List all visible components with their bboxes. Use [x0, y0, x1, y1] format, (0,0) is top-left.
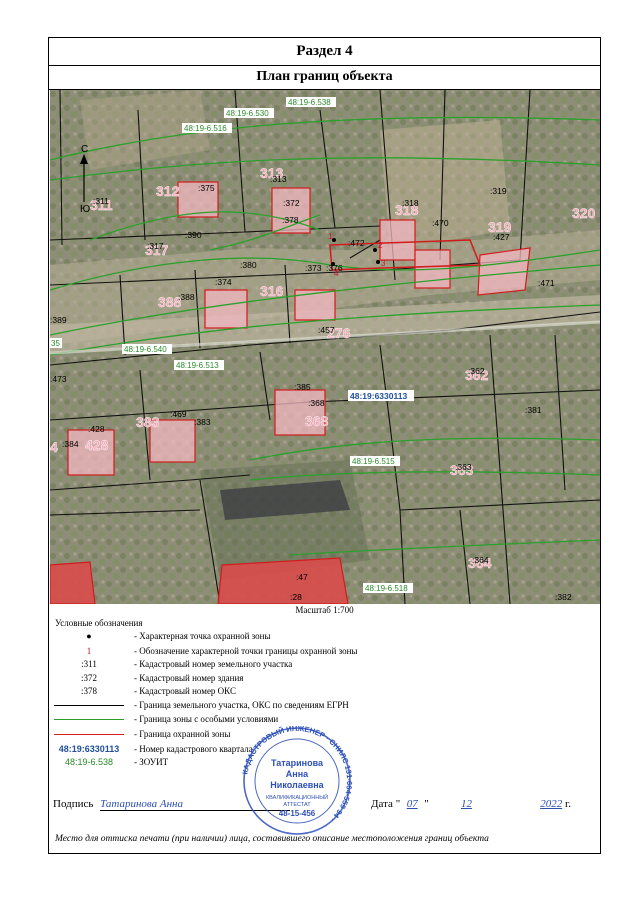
svg-text::313: :313	[270, 174, 287, 184]
svg-text::457: :457	[318, 325, 335, 335]
svg-text::470: :470	[432, 218, 449, 228]
svg-text::318: :318	[402, 198, 419, 208]
legend-item-building: :372 - Кадастровый номер здания	[80, 673, 244, 683]
legend-item-point: ● - Характерная точка охранной зоны	[86, 631, 271, 641]
pink-number: 316	[260, 283, 284, 299]
date-month: 12	[460, 798, 472, 810]
svg-text:48:19-6.513: 48:19-6.513	[176, 361, 219, 370]
pink-number: 4	[50, 439, 58, 455]
svg-text::472: :472	[348, 238, 365, 248]
svg-text::385: :385	[294, 382, 311, 392]
svg-text:Анна: Анна	[286, 769, 309, 779]
svg-text::388: :388	[178, 292, 195, 302]
svg-text::378: :378	[282, 215, 299, 225]
svg-text::382: :382	[555, 592, 572, 602]
svg-text:48:19-6.540: 48:19-6.540	[124, 345, 167, 354]
svg-text::380: :380	[240, 260, 257, 270]
date-label: Дата	[371, 798, 393, 810]
svg-text::311: :311	[93, 196, 109, 206]
svg-text::364: :364	[472, 555, 489, 565]
svg-text::317: :317	[147, 241, 164, 251]
svg-text:35: 35	[51, 339, 60, 348]
svg-text::374: :374	[215, 277, 232, 287]
pink-number: 383	[136, 414, 160, 430]
legend-item-black-line: - Граница земельного участка, ОКС по све…	[49, 700, 601, 713]
svg-text::372: :372	[283, 198, 300, 208]
svg-text:4: 4	[334, 269, 339, 278]
plan-title: План границ объекта	[49, 65, 600, 90]
official-stamp: КАДАСТРОВЫЙ ИНЖЕНЕР · СНИЛС 131-664-559 …	[240, 726, 354, 835]
svg-text:48:19-6.516: 48:19-6.516	[184, 124, 227, 133]
svg-text::471: :471	[538, 278, 555, 288]
date-row: Дата " 07 " 12 2022 г.	[371, 798, 571, 810]
signature-label: Подпись	[53, 798, 94, 810]
svg-text:1: 1	[328, 232, 333, 241]
svg-text::384: :384	[62, 439, 79, 449]
date-day: 07	[406, 798, 418, 810]
svg-text:48:19-6.530: 48:19-6.530	[226, 109, 269, 118]
legend-item-oks: :378 - Кадастровый номер ОКС	[80, 686, 236, 696]
svg-text:Татаринова: Татаринова	[271, 758, 324, 768]
map-image: С Ю 311 312 313 317 388 316 276 318 319 …	[50, 90, 600, 604]
legend-item-parcel: :311 - Кадастровый номер земельного учас…	[81, 659, 293, 669]
black-line-swatch	[54, 705, 124, 707]
svg-text:48:19-6.515: 48:19-6.515	[352, 457, 395, 466]
map-scale: Масштаб 1:700	[295, 605, 354, 615]
green-line-swatch	[54, 719, 124, 721]
svg-text:48-15-456: 48-15-456	[279, 809, 316, 818]
svg-text::381: :381	[525, 405, 542, 415]
svg-text::373: :373	[305, 263, 322, 273]
pink-number: 368	[305, 413, 329, 429]
svg-text::473: :473	[50, 374, 67, 384]
svg-text:КВАЛИФИКАЦИОННЫЙ: КВАЛИФИКАЦИОННЫЙ	[266, 793, 328, 801]
date-suffix: г.	[564, 798, 571, 810]
red-line-swatch	[54, 734, 124, 736]
svg-text::368: :368	[308, 398, 325, 408]
svg-text:АТТЕСТАТ: АТТЕСТАТ	[283, 802, 311, 808]
svg-text::362: :362	[468, 366, 485, 376]
svg-text::375: :375	[198, 183, 215, 193]
date-year: 2022	[540, 798, 563, 810]
svg-text::469: :469	[170, 409, 187, 419]
svg-text::319: :319	[490, 186, 507, 196]
svg-text:3: 3	[381, 259, 386, 268]
svg-text::28: :28	[290, 592, 302, 602]
svg-text:Николаевна: Николаевна	[270, 780, 324, 790]
svg-text::389: :389	[50, 315, 67, 325]
svg-text::427: :427	[493, 232, 510, 242]
svg-text:48:19-6.518: 48:19-6.518	[365, 584, 408, 593]
legend-item-point-label: 1 - Обозначение характерной точки границ…	[86, 646, 358, 656]
pink-number: 312	[156, 183, 180, 199]
quarter-number: 48:19:6330113	[350, 391, 407, 401]
svg-text::47: :47	[296, 572, 308, 582]
legend-title: Условные обозначения	[55, 618, 143, 628]
pink-number: 320	[572, 205, 596, 221]
svg-text::363: :363	[455, 462, 472, 472]
pink-number: 428	[85, 437, 109, 453]
cadastral-map: С Ю 311 312 313 317 388 316 276 318 319 …	[50, 90, 600, 604]
section-title: Раздел 4	[49, 38, 600, 66]
svg-text::383: :383	[194, 417, 211, 427]
svg-text::428: :428	[88, 424, 105, 434]
south-label: Ю	[80, 204, 90, 215]
svg-text:2: 2	[378, 241, 383, 250]
svg-text:48:19-6.538: 48:19-6.538	[288, 98, 331, 107]
north-label: С	[81, 144, 88, 155]
svg-text::390: :390	[185, 230, 202, 240]
